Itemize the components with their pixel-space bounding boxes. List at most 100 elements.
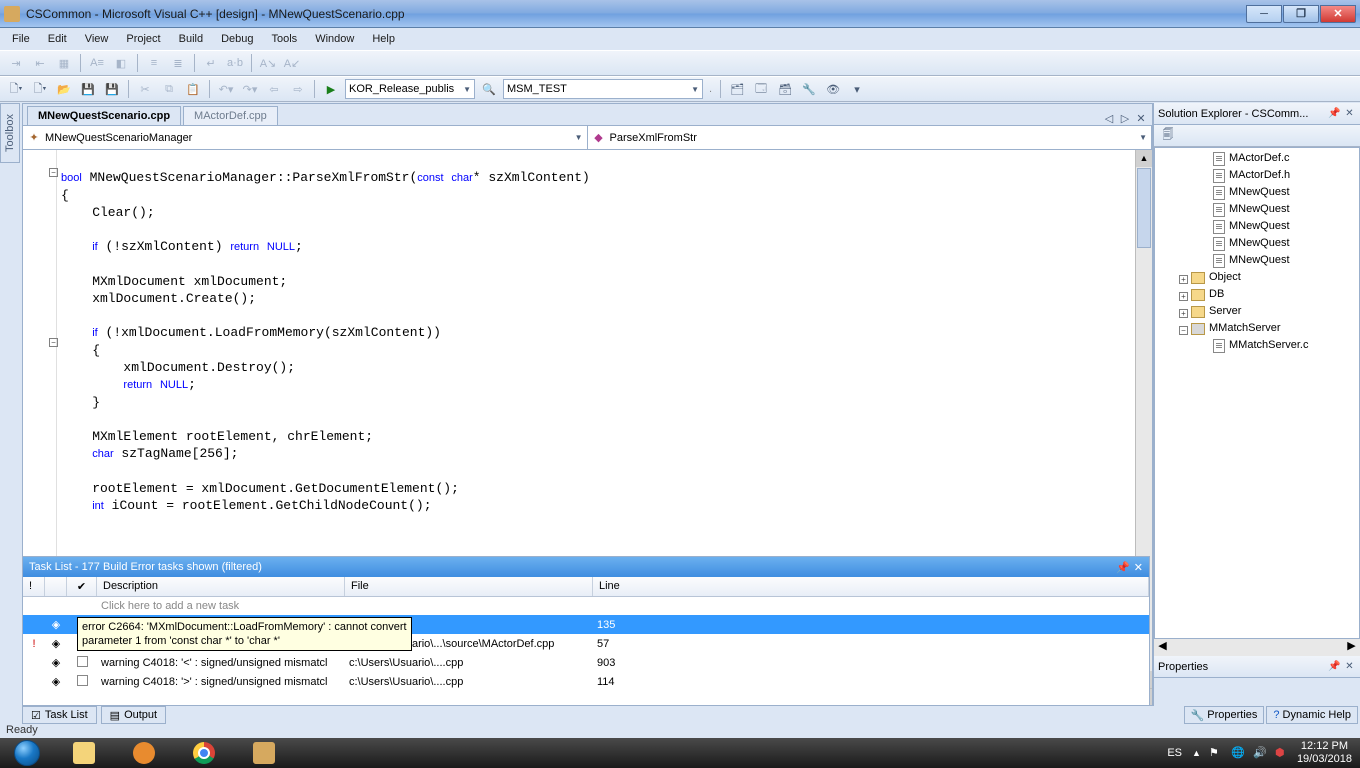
panel-close-icon[interactable]: ✕	[1343, 660, 1356, 673]
object-browser-icon[interactable]: 🗃	[775, 79, 795, 99]
properties-tab[interactable]: 🔧Properties	[1184, 706, 1265, 724]
help-icon: ?	[1273, 709, 1279, 721]
language-indicator[interactable]: ES	[1165, 747, 1184, 759]
cut-icon[interactable]: ✂	[135, 79, 155, 99]
paste-icon[interactable]: 📋	[183, 79, 203, 99]
method-icon: ◆	[592, 131, 606, 145]
minimize-button[interactable]: ─	[1246, 5, 1282, 23]
dynamic-help-tab[interactable]: ?Dynamic Help	[1266, 706, 1358, 724]
tasklist-header[interactable]: ! ✔ Description File Line	[23, 577, 1149, 597]
open-icon[interactable]: 📂	[54, 79, 74, 99]
config-combo[interactable]: KOR_Release_publis▼	[345, 79, 475, 99]
output-tab[interactable]: ▤Output	[101, 706, 166, 724]
find-combo[interactable]: MSM_TEST▼	[503, 79, 703, 99]
tasklist-title: Task List - 177 Build Error tasks shown …	[23, 557, 1149, 577]
find-icon[interactable]: 🔍	[479, 79, 499, 99]
tasklist-body[interactable]: Click here to add a new task ◈error C266…	[23, 597, 1149, 705]
bookmark-icon[interactable]: ◧	[111, 53, 131, 73]
chrome-icon[interactable]	[175, 739, 233, 767]
maximize-button[interactable]: ❐	[1283, 5, 1319, 23]
tab-next-icon[interactable]: ▷	[1118, 111, 1132, 125]
class-combo[interactable]: ✦MNewQuestScenarioManager▼	[23, 126, 588, 149]
menu-build[interactable]: Build	[171, 31, 211, 47]
whitespace-icon[interactable]: a·b	[225, 53, 245, 73]
solution-explorer-icon[interactable]: 🗂	[727, 79, 747, 99]
add-item-icon[interactable]: 🗋▾	[30, 79, 50, 99]
completion-icon[interactable]: A↘	[258, 53, 278, 73]
menu-project[interactable]: Project	[118, 31, 168, 47]
tab-icon[interactable]: A≡	[87, 53, 107, 73]
menu-edit[interactable]: Edit	[40, 31, 75, 47]
lines-icon[interactable]: ≣	[168, 53, 188, 73]
undo-icon[interactable]: ↶▾	[216, 79, 236, 99]
pin-icon[interactable]: 📌	[1328, 660, 1341, 673]
menu-file[interactable]: File	[4, 31, 38, 47]
clock[interactable]: 12:12 PM19/03/2018	[1297, 740, 1352, 766]
nav-fwd-icon[interactable]: ⇨	[288, 79, 308, 99]
indent-icon[interactable]: ⇥	[6, 53, 26, 73]
copy-icon[interactable]: ⧉	[159, 79, 179, 99]
flag-icon[interactable]: ⚑	[1209, 746, 1223, 760]
pin-icon[interactable]: 📌	[1116, 561, 1130, 574]
class-view-icon[interactable]: 👁	[823, 79, 843, 99]
properties-icon[interactable]: 🗔	[751, 79, 771, 99]
show-hidden-icon[interactable]: ▲	[1192, 748, 1201, 758]
more-icon[interactable]: ▾	[847, 79, 867, 99]
tab-inactive[interactable]: MActorDef.cpp	[183, 106, 278, 125]
fold-icon[interactable]: −	[49, 338, 58, 347]
properties-panel	[1154, 678, 1360, 706]
task-list-panel: Task List - 177 Build Error tasks shown …	[22, 556, 1150, 706]
outdent-icon[interactable]: ⇤	[30, 53, 50, 73]
mediaplayer-icon[interactable]	[115, 739, 173, 767]
menu-window[interactable]: Window	[307, 31, 362, 47]
wordwrap-icon[interactable]: ↵	[201, 53, 221, 73]
explorer-icon[interactable]	[55, 739, 113, 767]
menu-help[interactable]: Help	[364, 31, 403, 47]
block-icon[interactable]: ≡	[144, 53, 164, 73]
redo-icon[interactable]: ↷▾	[240, 79, 260, 99]
fold-icon[interactable]: −	[49, 168, 58, 177]
app-icon	[4, 6, 20, 22]
tab-close-icon[interactable]: ✕	[1134, 111, 1148, 125]
standard-toolbar: 🗋▾ 🗋▾ 📂 💾 💾 ✂ ⧉ 📋 ↶▾ ↷▾ ⇦ ⇨ ▶ KOR_Releas…	[0, 76, 1360, 102]
task-row[interactable]: ◈warning C4018: '<' : signed/unsigned mi…	[23, 653, 1149, 672]
tray-app-icon[interactable]: ⬢	[1275, 746, 1289, 760]
decrease-icon[interactable]: A↙	[282, 53, 302, 73]
window-title: CSCommon - Microsoft Visual C++ [design]…	[26, 7, 405, 21]
save-all-icon[interactable]: 💾	[102, 79, 122, 99]
add-task-row[interactable]: Click here to add a new task	[23, 597, 1149, 615]
close-button[interactable]: ✕	[1320, 5, 1356, 23]
tab-active[interactable]: MNewQuestScenario.cpp	[27, 106, 181, 125]
vs-icon[interactable]	[235, 739, 293, 767]
status-bar: Ready	[0, 724, 1360, 738]
start-icon[interactable]: ▶	[321, 79, 341, 99]
panel-close-icon[interactable]: ✕	[1343, 107, 1356, 120]
menu-tools[interactable]: Tools	[264, 31, 306, 47]
document-tabs: MNewQuestScenario.cpp MActorDef.cpp ◁ ▷ …	[23, 104, 1152, 126]
task-row[interactable]: ◈warning C4018: '>' : signed/unsigned mi…	[23, 672, 1149, 691]
volume-icon[interactable]: 🔊	[1253, 746, 1267, 760]
network-icon[interactable]: 🌐	[1231, 746, 1245, 760]
solution-tree[interactable]: MActorDef.c MActorDef.h MNewQuest MNewQu…	[1154, 147, 1360, 639]
tasklist-tab[interactable]: ☑Task List	[22, 706, 97, 724]
start-button[interactable]	[0, 738, 54, 768]
menu-debug[interactable]: Debug	[213, 31, 261, 47]
toolbox-icon[interactable]: 🔧	[799, 79, 819, 99]
format-toolbar: ⇥ ⇤ ▦ A≡ ◧ ≡ ≣ ↵ a·b A↘ A↙	[0, 50, 1360, 76]
windows-taskbar: ES ▲ ⚑ 🌐 🔊 ⬢ 12:12 PM19/03/2018	[0, 738, 1360, 768]
save-icon[interactable]: 💾	[78, 79, 98, 99]
member-combo[interactable]: ◆ParseXmlFromStr▼	[588, 126, 1153, 149]
tab-prev-icon[interactable]: ◁	[1102, 111, 1116, 125]
menu-view[interactable]: View	[77, 31, 117, 47]
panel-close-icon[interactable]: ✕	[1134, 561, 1143, 574]
nav-bar: ✦MNewQuestScenarioManager▼ ◆ParseXmlFrom…	[23, 126, 1152, 150]
view-code-icon[interactable]: 🗐	[1158, 126, 1178, 146]
new-project-icon[interactable]: 🗋▾	[6, 79, 26, 99]
tree-scrollbar[interactable]: ◀▶	[1154, 639, 1360, 656]
properties-title: Properties 📌✕	[1154, 656, 1360, 678]
comment-icon[interactable]: ▦	[54, 53, 74, 73]
nav-back-icon[interactable]: ⇦	[264, 79, 284, 99]
pin-icon[interactable]: 📌	[1328, 107, 1341, 120]
check-icon: ☑	[31, 709, 41, 722]
class-icon: ✦	[27, 131, 41, 145]
